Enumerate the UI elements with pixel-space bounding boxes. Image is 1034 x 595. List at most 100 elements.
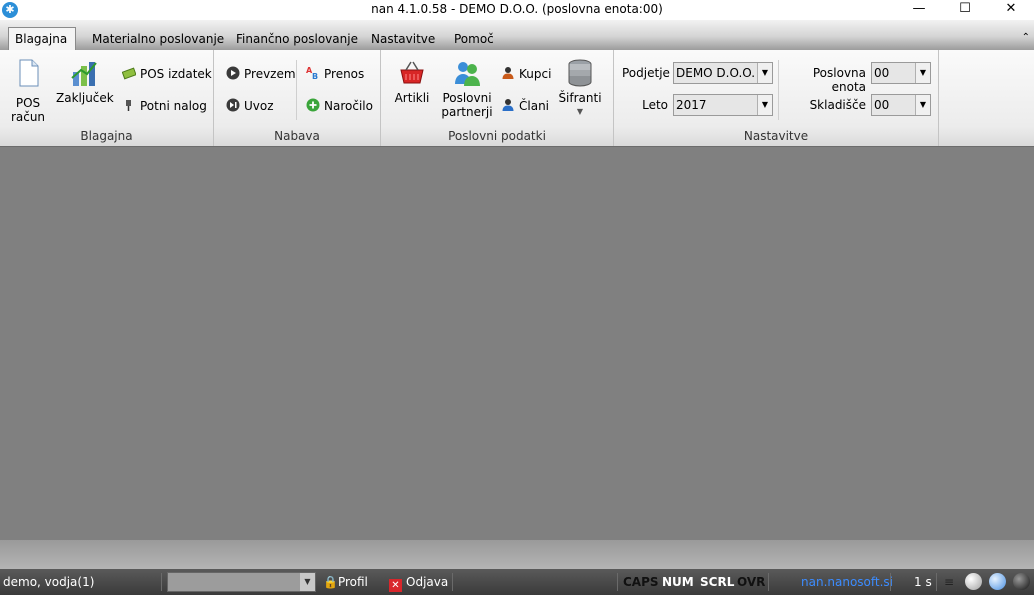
status-separator [890,573,891,591]
prevzem-label: Prevzem [244,67,296,81]
prenos-button[interactable]: A B Prenos [306,65,364,83]
connection-status-icon[interactable] [1013,573,1030,590]
pos-racun-label: POS račun [10,96,46,124]
money-icon [122,67,136,80]
next-icon [226,98,240,112]
caps-indicator: CAPS [623,575,659,589]
potni-nalog-label: Potni nalog [140,99,207,113]
lock-icon: 🔒 [323,575,338,589]
document-icon [19,59,39,87]
database-icon [568,59,592,87]
chevron-down-icon[interactable]: ▼ [757,63,772,83]
ribbon: POS račun Zaključek POS izdatek Potni na… [0,50,1034,147]
skladisce-select[interactable]: 00 ▼ [871,94,931,116]
narocilo-button[interactable]: Naročilo [306,97,373,115]
app-window: ✱ nan 4.1.0.58 - DEMO D.O.O. (poslovna e… [0,0,1034,595]
play-icon [226,66,240,80]
kupci-button[interactable]: Kupci [501,65,551,83]
chevron-down-icon[interactable]: ▼ [300,573,315,591]
pos-racun-button[interactable]: POS račun [8,58,48,124]
member-icon [502,99,514,111]
status-light-icon[interactable] [965,573,982,590]
status-separator [768,573,769,591]
group-label-blagajna: Blagajna [80,129,133,143]
group-nabava: Prevzem Uvoz A B Prenos Naročilo Nabava [214,50,381,146]
kupci-label: Kupci [519,67,552,81]
collapse-ribbon-icon[interactable]: ⌃ [1022,32,1030,43]
leto-label: Leto [642,98,668,112]
chevron-down-icon[interactable]: ▼ [915,63,930,83]
maximize-button[interactable]: ☐ [942,0,988,20]
clani-button[interactable]: Člani [501,97,549,115]
zakljucek-button[interactable]: Zaključek [56,58,114,105]
clani-label: Člani [519,99,550,113]
podjetje-value: DEMO D.O.O. [676,66,756,80]
group-label-nastavitve: Nastavitve [743,129,809,143]
tab-blagajna[interactable]: Blagajna [8,27,76,50]
ribbon-tab-bar: Blagajna Materialno poslovanje Finančno … [0,20,1034,50]
website-link[interactable]: nan.nanosoft.si [801,574,893,590]
tab-materialno-poslovanje[interactable]: Materialno poslovanje [86,28,230,50]
leto-value: 2017 [676,98,707,112]
pos-izdatek-button[interactable]: POS izdatek [122,65,212,83]
leto-select[interactable]: 2017 ▼ [673,94,773,116]
list-icon[interactable]: ≡ [944,574,954,590]
close-button[interactable]: ✕ [988,0,1034,20]
sifranti-label: Šifranti [558,91,602,105]
sifranti-dropdown-icon: ▼ [576,107,584,116]
status-separator [936,573,937,591]
group-label-poslovni-podatki: Poslovni podatki [448,129,546,143]
num-indicator: NUM [662,575,694,589]
poslovni-partnerji-label: Poslovni partnerji [441,91,493,119]
status-separator [617,573,618,591]
people-icon [455,62,480,86]
workspace-area [0,148,1034,540]
poslovna-enota-label: Poslovna enota [812,66,866,94]
zakljucek-label: Zaključek [56,91,114,105]
potni-nalog-button[interactable]: Potni nalog [122,97,207,115]
status-separator [161,573,162,591]
odjava-button[interactable]: ✕ Odjava [389,574,449,592]
skladisce-label: Skladišče [809,98,866,112]
sifranti-button[interactable]: Šifranti ▼ [557,58,603,119]
network-status-icon[interactable] [989,573,1006,590]
skladisce-value: 00 [874,98,890,112]
pin-icon [126,100,131,111]
chevron-down-icon[interactable]: ▼ [915,95,930,115]
add-icon [306,98,320,112]
odjava-label: Odjava [406,575,449,589]
profil-label: Profil [337,575,368,589]
uvoz-button[interactable]: Uvoz [226,97,274,115]
status-search-input[interactable]: ▼ [167,572,316,592]
chevron-down-icon[interactable]: ▼ [757,95,772,115]
poslovni-partnerji-button[interactable]: Poslovni partnerji [439,58,495,119]
tab-nastavitve[interactable]: Nastavitve [365,28,441,50]
bottom-strip [0,540,1034,569]
timer-readout: 1 s [914,575,932,589]
nabava-divider [296,60,297,120]
group-blagajna: POS račun Zaključek POS izdatek Potni na… [0,50,214,146]
group-poslovni-podatki: Artikli Poslovni partnerji Kupci Člani Š… [381,50,614,146]
narocilo-label: Naročilo [324,99,373,113]
tab-pomoc[interactable]: Pomoč [448,28,500,50]
chart-icon [71,62,97,86]
artikli-button[interactable]: Artikli [393,58,431,105]
profil-button[interactable]: 🔒Profil [323,574,368,590]
poslovna-enota-select[interactable]: 00 ▼ [871,62,931,84]
prenos-label: Prenos [324,67,365,81]
minimize-button[interactable]: — [896,0,942,20]
svg-text:B: B [312,72,318,80]
current-user: demo, vodja(1) [3,575,95,589]
nastavitve-divider [778,60,779,120]
scrl-indicator: SCRL [700,575,735,589]
pos-izdatek-label: POS izdatek [140,67,212,81]
uvoz-label: Uvoz [244,99,274,113]
group-label-nabava: Nabava [274,129,320,143]
podjetje-select[interactable]: DEMO D.O.O. ▼ [673,62,773,84]
ab-icon: AB [306,66,318,80]
title-bar: ✱ nan 4.1.0.58 - DEMO D.O.O. (poslovna e… [0,0,1034,20]
prevzem-button[interactable]: Prevzem [226,65,296,83]
window-title: nan 4.1.0.58 - DEMO D.O.O. (poslovna eno… [371,2,663,16]
artikli-label: Artikli [394,91,430,105]
tab-financno-poslovanje[interactable]: Finančno poslovanje [230,28,364,50]
